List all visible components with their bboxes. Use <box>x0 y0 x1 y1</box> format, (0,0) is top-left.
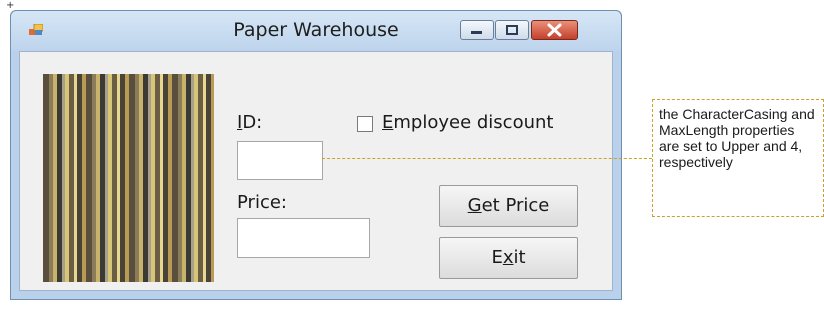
paper-warehouse-window: Paper Warehouse ID: Employee discount Pr… <box>10 10 622 300</box>
exit-mnemonic: x <box>502 247 514 268</box>
callout-leader-line <box>322 158 652 159</box>
paper-picture <box>43 74 214 282</box>
employee-discount-label[interactable]: Employee discount <box>382 112 553 133</box>
form-client-area: ID: Employee discount Price: Get Price E… <box>19 51 613 291</box>
get-price-rest: et Price <box>481 195 550 216</box>
exit-rest: it <box>513 247 526 268</box>
maximize-button[interactable] <box>495 20 529 40</box>
window-title: Paper Warehouse <box>233 19 399 41</box>
id-label: ID: <box>237 112 262 133</box>
close-icon <box>547 23 562 37</box>
employee-discount-mnemonic: E <box>382 112 394 133</box>
get-price-button[interactable]: Get Price <box>439 185 578 227</box>
close-button[interactable] <box>531 20 578 40</box>
title-bar[interactable]: Paper Warehouse <box>11 11 621 51</box>
minimize-button[interactable] <box>460 20 494 40</box>
employee-discount-rest: mployee discount <box>393 112 554 133</box>
id-textbox[interactable] <box>237 141 323 180</box>
id-label-rest: D: <box>242 112 263 133</box>
get-price-mnemonic: G <box>467 195 482 216</box>
minimize-icon <box>471 31 482 34</box>
annotation-callout: the CharacterCasing and MaxLength proper… <box>652 99 824 217</box>
price-label: Price: <box>237 192 287 213</box>
price-output <box>237 218 370 258</box>
exit-button[interactable]: Exit <box>439 237 578 279</box>
maximize-icon <box>506 25 518 35</box>
employee-discount-checkbox[interactable] <box>357 116 373 132</box>
callout-text: the CharacterCasing and MaxLength proper… <box>659 106 815 170</box>
exit-prefix: E <box>491 247 503 268</box>
